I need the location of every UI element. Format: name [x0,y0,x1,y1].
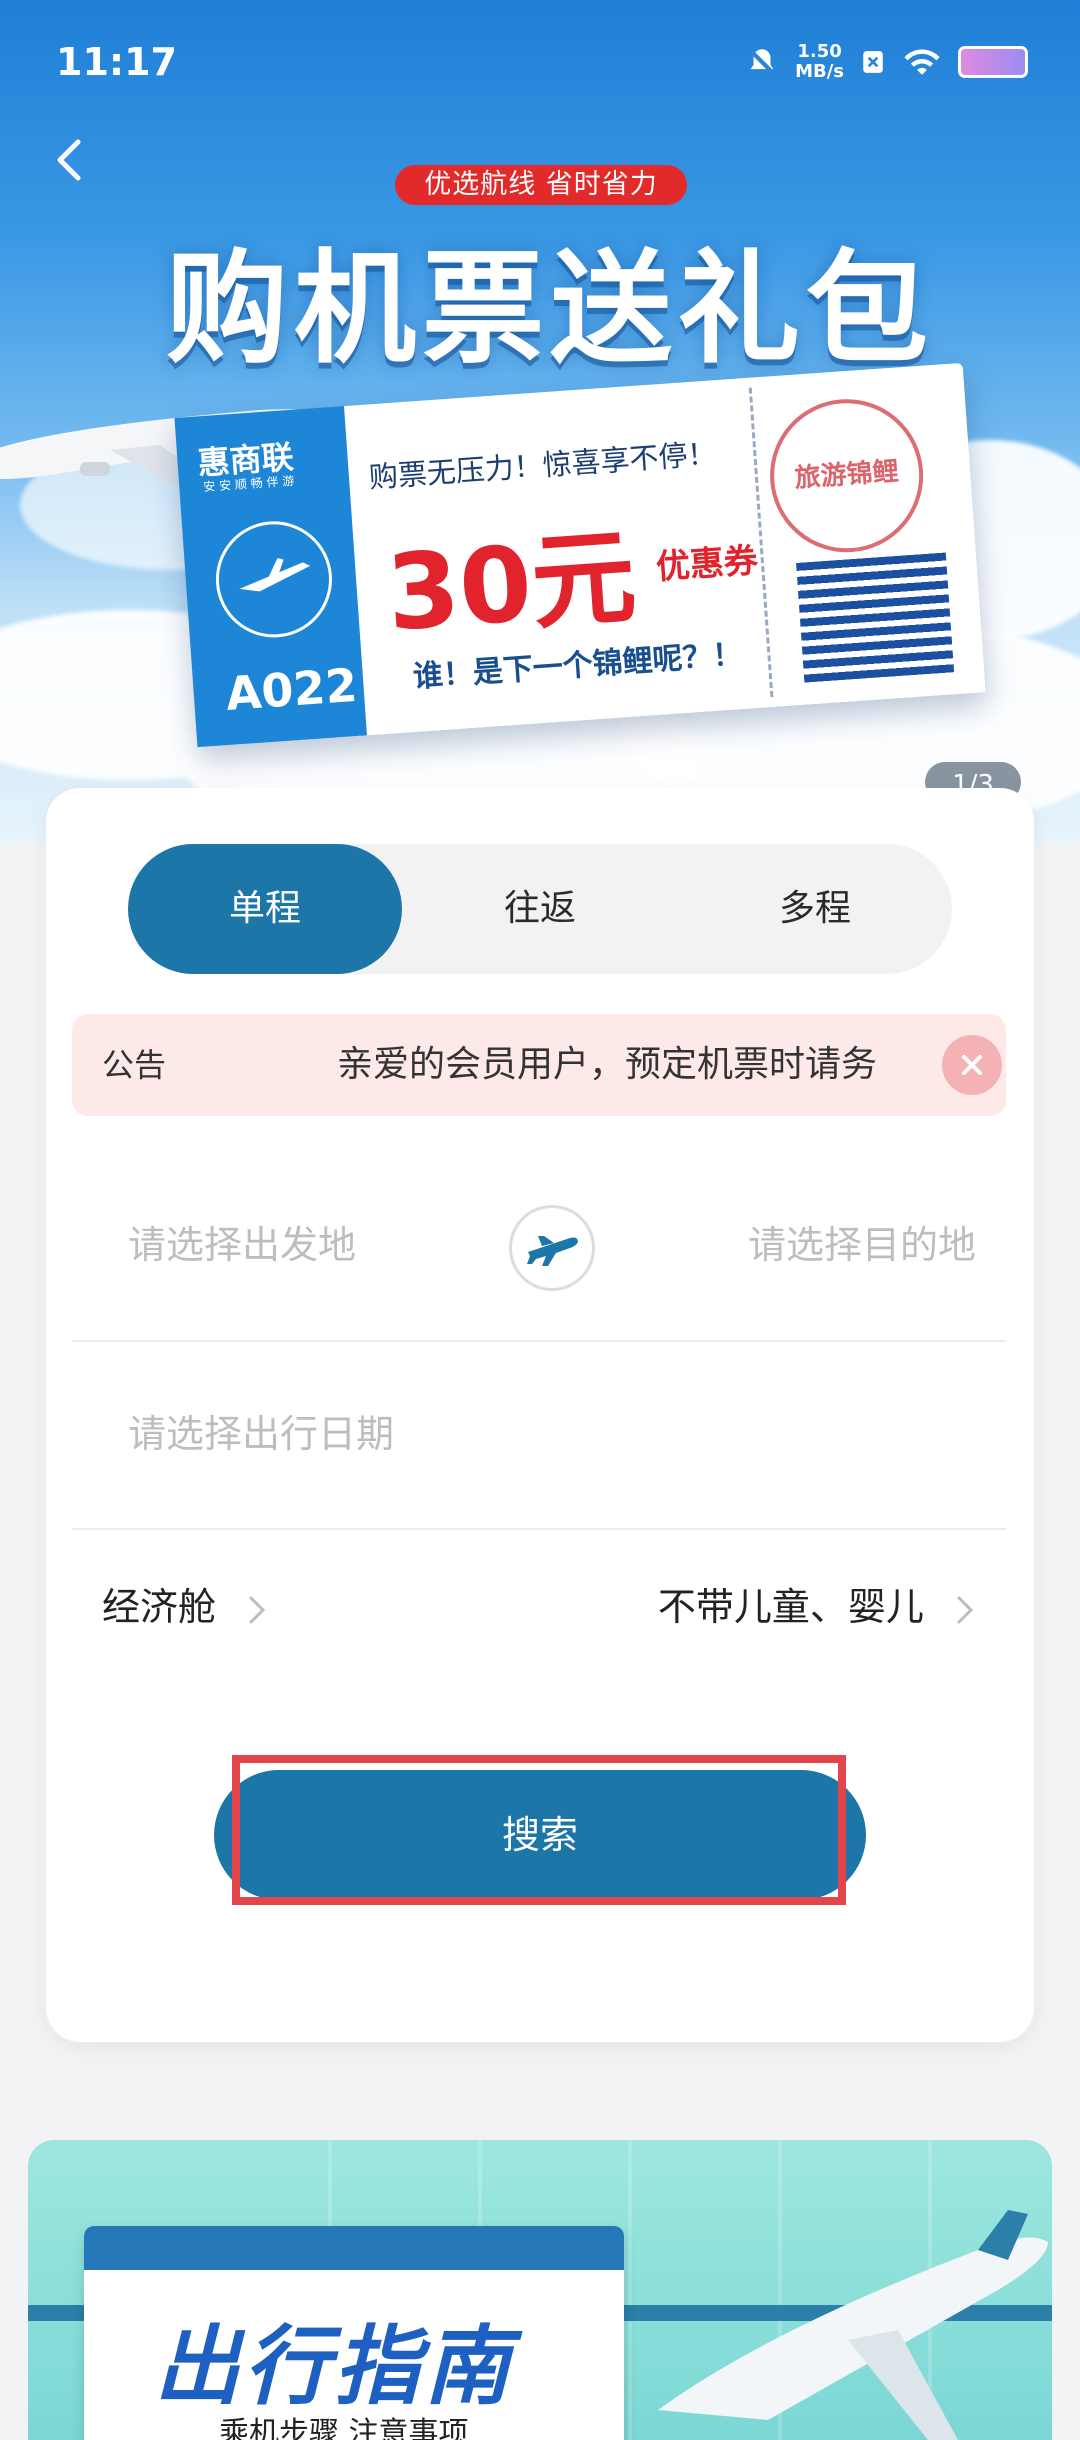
cabin-class-value: 经济舱 [102,1585,217,1629]
chevron-right-icon [957,1596,974,1623]
options-row: 经济舱 不带儿童、婴儿 [72,1528,1006,1686]
cabin-class-select[interactable]: 经济舱 [102,1528,268,1686]
mute-icon [747,47,777,77]
passenger-type-select[interactable]: 不带儿童、婴儿 [658,1528,976,1686]
wifi-icon [904,49,940,75]
guide-card-header [84,2226,624,2270]
status-bar: 11:17 1.50 MB/s [0,0,1080,120]
ticket-body: 购票无压力！惊喜享不停！ 30元 优惠券 谁！是下一个锦鲤呢？！ 旅游锦鲤 [344,362,986,736]
notice-bar: 公告 亲爱的会员用户，预定机票时请务 [72,1014,1006,1116]
airplane-illustration [658,2210,1048,2440]
tab-round-trip[interactable]: 往返 [403,844,677,974]
ticket-slogan: 购票无压力！惊喜享不停！ [367,436,718,495]
ticket-stamp: 旅游锦鲤 [764,394,929,558]
coupon-ticket: 惠商联 安 安 顺 畅 伴 游 A022 购票无压力！惊喜享不停！ 30元 优惠… [174,362,986,748]
travel-date-placeholder: 请选择出行日期 [128,1412,395,1456]
airplane-icon [527,1236,578,1266]
trip-type-tabs: 单程 往返 多程 [128,844,952,974]
departure-city-field[interactable]: 请选择出发地 [128,1150,356,1340]
back-icon[interactable] [40,130,100,190]
network-speed-value: 1.50 [797,41,842,62]
ticket-seal-icon [212,517,336,642]
chevron-right-icon [249,1596,266,1623]
coupon-unit: 优惠券 [654,540,760,588]
promo-tag: 优选航线 省时省力 [395,165,687,205]
passenger-type-value: 不带儿童、婴儿 [657,1585,924,1629]
guide-title: 出行指南 [154,2317,514,2417]
airplane-icon [239,558,311,592]
ticket-stub: 惠商联 安 安 顺 畅 伴 游 A022 [174,406,368,748]
tab-multi-city[interactable]: 多程 [678,844,952,974]
network-speed: 1.50 MB/s [795,42,844,82]
swap-cities-button[interactable] [509,1205,595,1291]
route-row: 请选择出发地 请选择目的地 [72,1150,1006,1342]
travel-guide-banner[interactable]: 出行指南 乘机步骤 注意事项 [28,2140,1052,2440]
notice-close-button[interactable] [942,1035,1002,1095]
travel-date-field[interactable]: 请选择出行日期 [72,1340,1006,1530]
notice-label: 公告 [102,1046,167,1084]
hero-title: 购机票送礼包 [166,238,934,380]
network-speed-unit: MB/s [795,61,844,82]
coupon-amount: 30元 [382,515,640,655]
arrival-city-field[interactable]: 请选择目的地 [748,1150,976,1340]
barcode-icon [796,552,955,683]
status-time: 11:17 [56,40,177,84]
guide-subtitle: 乘机步骤 注意事项 [219,2416,469,2440]
sim-off-icon [863,51,883,73]
flight-search-card: 单程 往返 多程 公告 亲爱的会员用户，预定机票时请务 请选择出发地 请选择目的… [46,788,1034,2042]
status-icons: 1.50 MB/s [745,42,1028,82]
search-button[interactable]: 搜索 [214,1770,866,1900]
notice-text[interactable]: 亲爱的会员用户，预定机票时请务 [337,1014,947,1116]
tab-one-way[interactable]: 单程 [128,844,402,974]
close-icon [962,1055,982,1075]
hero-banner[interactable]: 11:17 1.50 MB/s 优选航线 省时省力 购机票送礼包 惠商联 安 安… [0,0,1080,845]
ticket-code: A022 [223,657,360,721]
battery-icon [958,46,1028,78]
